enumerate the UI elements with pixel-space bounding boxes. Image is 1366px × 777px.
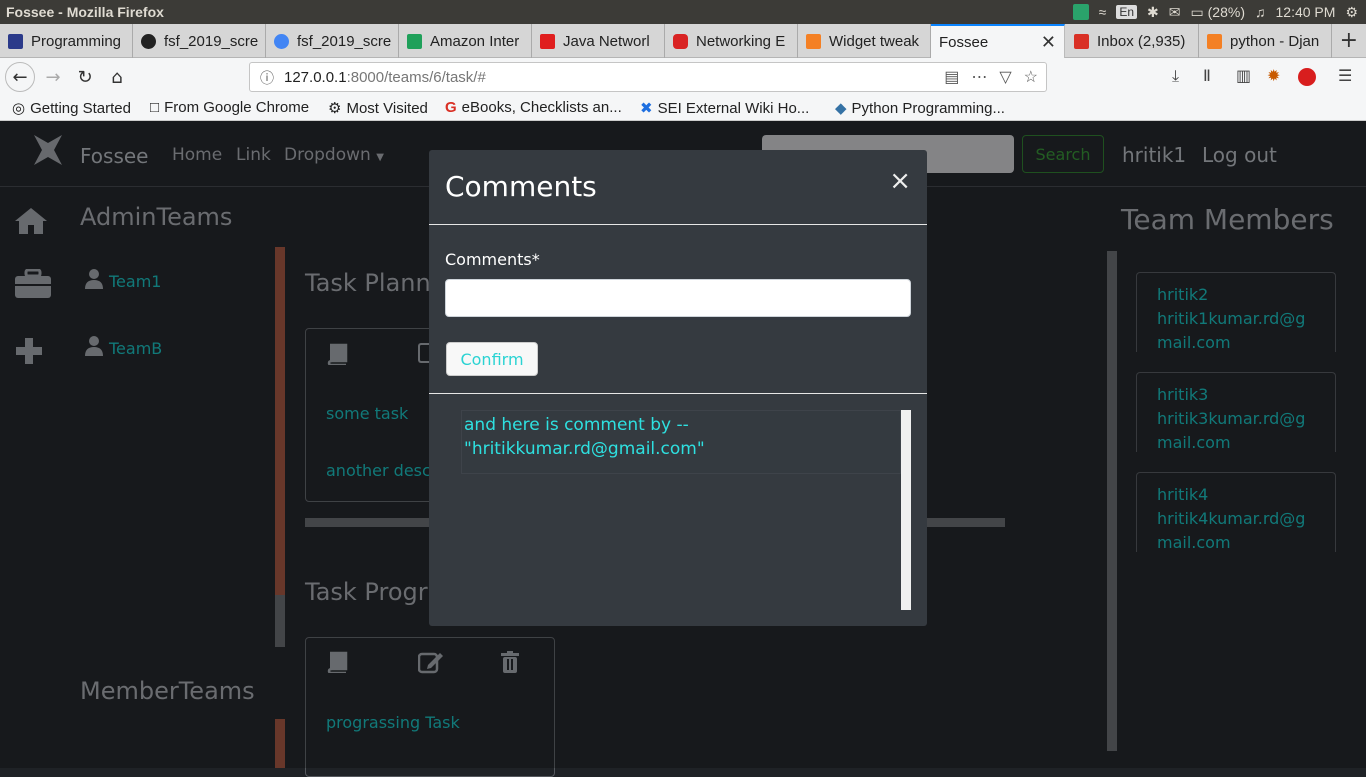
bookmark-label: SEI External Wiki Ho... bbox=[657, 99, 810, 117]
tab-label: Programming bbox=[31, 32, 122, 50]
extension-icon[interactable]: ✹ bbox=[1267, 66, 1280, 85]
reader-view-icon[interactable]: ▤ bbox=[944, 67, 959, 87]
bookmark-label: From Google Chrome bbox=[164, 99, 310, 116]
bookmark-folder-most-visited[interactable]: ⚙ Most Visited bbox=[328, 99, 428, 118]
bookmark-label: Python Programming... bbox=[851, 99, 1005, 117]
clock[interactable]: 12:40 PM bbox=[1276, 4, 1336, 20]
tab-java[interactable]: Java Networl bbox=[532, 24, 665, 58]
g-logo-icon: G bbox=[445, 99, 457, 116]
stackoverflow-icon bbox=[1207, 33, 1222, 49]
hackerearth-icon bbox=[407, 33, 422, 49]
site-info-icon[interactable]: ⓘ bbox=[260, 68, 274, 88]
bookmark-ebooks[interactable]: GeBooks, Checklists an... bbox=[445, 99, 622, 116]
settings-gear-icon[interactable]: ⚙ bbox=[1345, 4, 1358, 21]
tab-label: fsf_2019_scre bbox=[297, 32, 392, 50]
vevo-icon bbox=[540, 33, 555, 49]
modal-divider bbox=[429, 224, 927, 225]
tab-label: python - Djan bbox=[1230, 32, 1320, 50]
bookmark-sei-wiki[interactable]: ✖ SEI External Wiki Ho... bbox=[640, 99, 810, 118]
tab-google[interactable]: fsf_2019_scre bbox=[266, 24, 399, 58]
modal-divider bbox=[429, 393, 927, 394]
tab-label: Inbox (2,935) bbox=[1097, 32, 1186, 50]
tab-label: Java Networl bbox=[563, 32, 650, 50]
comment-text: and here is comment by -- bbox=[464, 415, 689, 435]
comments-modal: Comments × Comments* Confirm and here is… bbox=[429, 150, 927, 626]
volume-icon[interactable]: ♫ bbox=[1255, 4, 1266, 20]
adblock-icon[interactable] bbox=[1298, 68, 1316, 86]
tab-github[interactable]: fsf_2019_scre bbox=[133, 24, 266, 58]
tab-label: Amazon Inter bbox=[430, 32, 520, 50]
tab-programming[interactable]: Programming bbox=[0, 24, 133, 58]
tab-label: Fossee bbox=[939, 33, 989, 51]
home-icon[interactable]: ⌂ bbox=[102, 63, 132, 91]
library-icon[interactable]: Ⅱ bbox=[1203, 66, 1211, 85]
oracle-icon bbox=[673, 33, 688, 49]
mail-icon[interactable]: ✉ bbox=[1169, 4, 1181, 21]
bookmark-folder-chrome[interactable]: □ From Google Chrome bbox=[150, 99, 309, 116]
new-tab-icon[interactable]: + bbox=[1340, 28, 1358, 53]
tab-label: fsf_2019_scre bbox=[164, 32, 259, 50]
downloads-icon[interactable]: ⤓ bbox=[1172, 66, 1179, 86]
sidebar-icon[interactable]: ▥ bbox=[1236, 66, 1251, 85]
reload-icon[interactable]: ↻ bbox=[70, 63, 100, 91]
window-title: Fossee - Mozilla Firefox bbox=[6, 4, 164, 20]
app-indicator-icon[interactable] bbox=[1072, 4, 1089, 20]
folder-icon: □ bbox=[150, 99, 160, 116]
tab-inbox[interactable]: Inbox (2,935) bbox=[1066, 24, 1199, 58]
programming-favicon-icon bbox=[8, 33, 23, 49]
stackoverflow-icon bbox=[806, 33, 821, 49]
comments-scrollbar[interactable] bbox=[901, 410, 911, 610]
tab-label: Networking E bbox=[696, 32, 786, 50]
forward-icon[interactable]: → bbox=[38, 63, 68, 91]
browser-tab-bar: Programming fsf_2019_scre fsf_2019_scre … bbox=[0, 24, 1366, 58]
google-icon bbox=[274, 33, 289, 49]
confirm-button[interactable]: Confirm bbox=[446, 342, 538, 376]
github-icon bbox=[141, 33, 156, 49]
close-tab-icon[interactable]: ✕ bbox=[1041, 32, 1056, 53]
comment-author: "hritikkumar.rd@gmail.com" bbox=[464, 439, 705, 459]
tab-label: Widget tweak bbox=[829, 32, 920, 50]
comments-label: Comments* bbox=[445, 250, 540, 269]
url-bar[interactable]: ⓘ 127.0.0.1:8000/teams/6/task/# ▤ ⋯ ▽ ☆ bbox=[249, 62, 1047, 92]
gmail-icon bbox=[1074, 33, 1089, 49]
menu-icon[interactable]: ☰ bbox=[1338, 66, 1352, 85]
battery-label: (28%) bbox=[1207, 3, 1245, 20]
keyboard-layout[interactable]: En bbox=[1116, 5, 1138, 19]
globe-icon: ◎ bbox=[12, 100, 26, 117]
bookmark-star-icon[interactable]: ☆ bbox=[1024, 67, 1038, 87]
tab-amazon[interactable]: Amazon Inter bbox=[399, 24, 532, 58]
comment-item: and here is comment by -- "hritikkumar.r… bbox=[461, 410, 901, 474]
bookmark-python[interactable]: ◆ Python Programming... bbox=[835, 99, 1005, 118]
tab-fossee[interactable]: Fossee ✕ bbox=[931, 24, 1065, 58]
python-icon: ◆ bbox=[835, 100, 847, 117]
bookmarks-bar: ◎ Getting Started □ From Google Chrome ⚙ Mo… bbox=[0, 96, 1366, 121]
tab-networking[interactable]: Networking E bbox=[665, 24, 798, 58]
url-host: 127.0.0.1 bbox=[284, 69, 347, 86]
wifi-icon[interactable]: ≈ bbox=[1099, 4, 1107, 20]
os-top-bar: Fossee - Mozilla Firefox ≈ En ✱ ✉ ▭ (28%… bbox=[0, 0, 1366, 24]
close-icon[interactable]: × bbox=[889, 166, 911, 196]
web-page: Fossee Home Link Dropdown ▼ Search hriti… bbox=[0, 121, 1366, 777]
page-actions-icon[interactable]: ⋯ bbox=[971, 67, 987, 87]
bookmark-getting-started[interactable]: ◎ Getting Started bbox=[12, 99, 131, 118]
bookmark-label: eBooks, Checklists an... bbox=[461, 99, 622, 116]
bookmark-label: Getting Started bbox=[30, 99, 131, 117]
bookmark-label: Most Visited bbox=[346, 99, 428, 117]
comments-input[interactable] bbox=[445, 279, 911, 317]
modal-title: Comments bbox=[445, 170, 597, 203]
gear-icon: ⚙ bbox=[328, 100, 342, 117]
tab-python[interactable]: python - Djan bbox=[1199, 24, 1332, 58]
bluetooth-icon[interactable]: ✱ bbox=[1147, 4, 1159, 21]
system-tray: ≈ En ✱ ✉ ▭ (28%) ♫ 12:40 PM ⚙ bbox=[1072, 0, 1366, 24]
battery-indicator[interactable]: ▭ (28%) bbox=[1191, 4, 1245, 21]
url-path: :8000/teams/6/task/# bbox=[346, 69, 486, 86]
confluence-icon: ✖ bbox=[640, 100, 653, 117]
tab-widget[interactable]: Widget tweak bbox=[798, 24, 931, 58]
battery-icon: ▭ bbox=[1190, 3, 1204, 20]
pocket-icon[interactable]: ▽ bbox=[999, 67, 1011, 87]
back-icon[interactable]: ← bbox=[5, 62, 35, 92]
